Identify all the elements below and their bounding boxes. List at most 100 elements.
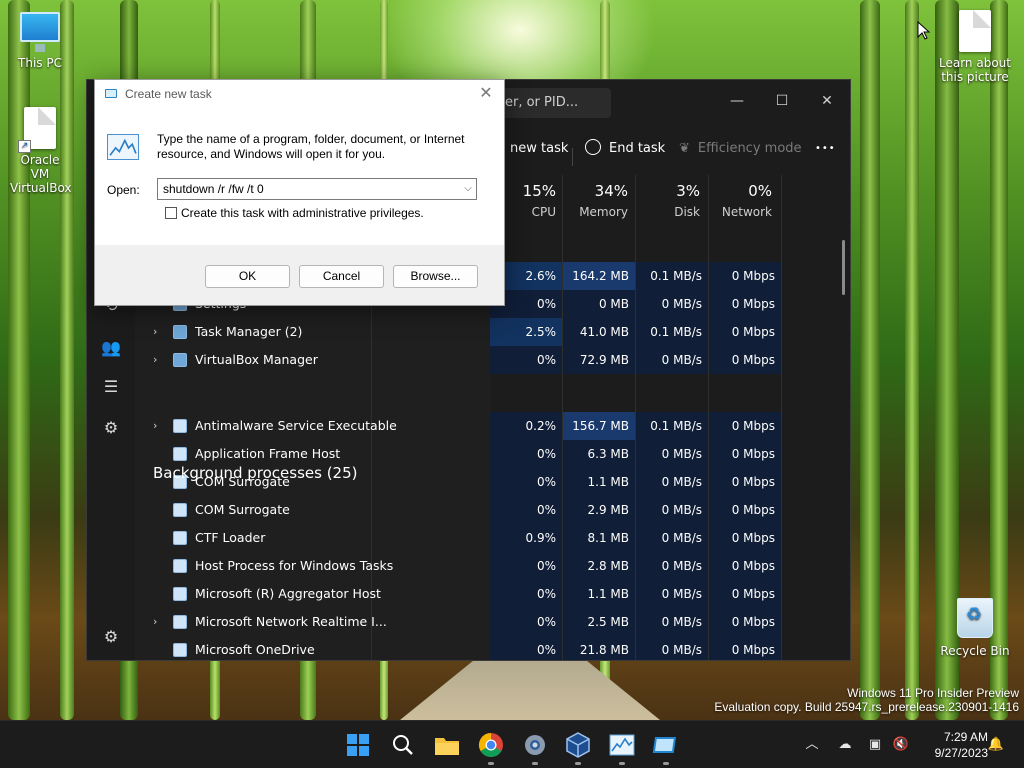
close-button[interactable]: ✕ <box>804 86 850 116</box>
onedrive-icon[interactable]: ☁ <box>836 736 854 754</box>
memory-column-header[interactable]: 34% Memory <box>562 182 634 221</box>
process-icon <box>173 643 187 657</box>
table-row[interactable]: Microsoft (R) Aggregator Host 0% 1.1 MB 0 M… <box>87 580 782 608</box>
process-name: Microsoft Network Realtime I... <box>195 614 387 629</box>
process-name: Microsoft OneDrive <box>195 642 315 657</box>
details-nav-icon[interactable]: ☰ <box>101 377 121 397</box>
table-row[interactable]: › Microsoft Network Realtime I... 0% 2.5 MB… <box>87 608 782 636</box>
disk-label: Disk <box>674 205 700 219</box>
disk-cell: 0 MB/s <box>636 608 708 636</box>
process-icon <box>173 587 187 601</box>
table-row[interactable]: CTF Loader 0.9% 8.1 MB 0 MB/s 0 Mbps <box>87 524 782 552</box>
desktop-icon-this-pc[interactable]: This PC <box>0 12 80 70</box>
minimize-button[interactable]: — <box>714 86 760 116</box>
disk-cell: 0 MB/s <box>636 636 708 660</box>
cpu-cell: 0% <box>490 468 562 496</box>
maximize-button[interactable]: ☐ <box>759 86 805 116</box>
admin-privileges-label[interactable]: Create this task with administrative pri… <box>181 206 424 220</box>
disk-total: 3% <box>676 182 700 200</box>
dialog-title: Create new task <box>125 87 212 101</box>
process-name: Task Manager (2) <box>195 324 303 339</box>
table-row[interactable]: COM Surrogate 0% 2.9 MB 0 MB/s 0 Mbps <box>87 496 782 524</box>
disk-cell: 0 MB/s <box>636 552 708 580</box>
cpu-cell: 0% <box>490 580 562 608</box>
table-row[interactable]: › Antimalware Service Executable 0.2% 156.7… <box>87 412 782 440</box>
desktop-icon-virtualbox[interactable]: ↗ Oracle VM VirtualBox <box>0 107 80 195</box>
desktop-icon-learn-about-picture[interactable]: Learn about this picture <box>935 10 1015 84</box>
end-task-icon <box>585 138 601 155</box>
notification-bell-icon[interactable]: 🔔 <box>987 736 1005 754</box>
process-name: VirtualBox Manager <box>195 352 318 367</box>
disk-cell: 0 MB/s <box>636 346 708 374</box>
running-indicator <box>575 762 581 765</box>
network-total: 0% <box>748 182 772 200</box>
admin-privileges-checkbox[interactable] <box>165 207 177 219</box>
cpu-cell: 0% <box>490 608 562 636</box>
cancel-button[interactable]: Cancel <box>299 265 384 288</box>
chrome-icon[interactable] <box>476 730 506 760</box>
search-input[interactable]: er, or PID... <box>491 88 611 118</box>
dialog-close-button[interactable]: ✕ <box>476 84 496 104</box>
system-clock[interactable]: 7:29 AM 9/27/2023 <box>918 729 988 761</box>
memory-cell: 6.3 MB <box>563 440 635 468</box>
table-row[interactable]: › Task Manager (2) 2.5% 41.0 MB 0.1 MB/s 0 Mb… <box>87 318 782 346</box>
network-cell: 0 Mbps <box>709 524 781 552</box>
end-task-button[interactable]: End task <box>585 135 665 163</box>
desktop-icon-label: Oracle VM VirtualBox <box>10 153 72 195</box>
network-cell: 0 Mbps <box>709 262 781 290</box>
chevron-right-icon[interactable]: › <box>153 318 157 346</box>
process-icon <box>173 447 187 461</box>
remote-desktop-icon[interactable] <box>651 730 681 760</box>
leaf-icon: ❦ <box>679 141 690 156</box>
open-command-input[interactable] <box>157 178 477 200</box>
watermark-build: Evaluation copy. Build 25947.rs_prerelea… <box>714 700 1019 714</box>
disk-cell: 0.1 MB/s <box>636 262 708 290</box>
more-options-button[interactable]: ••• <box>815 135 836 163</box>
memory-cell: 156.7 MB <box>563 412 635 440</box>
network-column-header[interactable]: 0% Network <box>706 182 778 221</box>
process-icon <box>173 419 187 433</box>
chevron-right-icon[interactable]: › <box>153 346 157 374</box>
create-new-task-dialog: Create new task ✕ Type the name of a pro… <box>94 79 505 306</box>
background-processes-header: Background processes (25) <box>153 464 358 482</box>
open-label: Open: <box>107 183 140 197</box>
memory-cell: 8.1 MB <box>563 524 635 552</box>
cpu-cell: 0% <box>490 636 562 660</box>
task-manager-icon[interactable] <box>607 730 637 760</box>
table-row[interactable]: Microsoft OneDrive 0% 21.8 MB 0 MB/s 0 Mbps <box>87 636 782 660</box>
cpu-cell: 0.2% <box>490 412 562 440</box>
disk-cell: 0 MB/s <box>636 290 708 318</box>
chevron-right-icon[interactable]: › <box>153 412 157 440</box>
settings-icon[interactable] <box>520 730 550 760</box>
efficiency-mode-button[interactable]: ❦ Efficiency mode <box>679 135 802 163</box>
run-new-task-button[interactable]: new task <box>510 135 568 163</box>
memory-cell: 2.5 MB <box>563 608 635 636</box>
process-name: Antimalware Service Executable <box>195 418 397 433</box>
disk-cell: 0 MB/s <box>636 468 708 496</box>
file-explorer-icon[interactable] <box>432 730 462 760</box>
chevron-up-icon[interactable]: ︿ <box>803 736 821 754</box>
memory-cell: 2.9 MB <box>563 496 635 524</box>
start-icon[interactable] <box>343 730 373 760</box>
table-row[interactable]: Host Process for Windows Tasks 0% 2.8 MB 0 … <box>87 552 782 580</box>
running-indicator <box>532 762 538 765</box>
search-icon[interactable] <box>388 730 418 760</box>
network-icon[interactable]: ▣ <box>866 736 884 754</box>
chevron-right-icon[interactable]: › <box>153 608 157 636</box>
disk-column-header[interactable]: 3% Disk <box>634 182 706 221</box>
network-cell: 0 Mbps <box>709 636 781 660</box>
browse-button[interactable]: Browse... <box>393 265 478 288</box>
scrollbar-thumb[interactable] <box>842 240 845 295</box>
desktop-icon-recycle-bin[interactable]: ♻ Recycle Bin <box>935 598 1015 658</box>
virtualbox-icon[interactable] <box>563 730 593 760</box>
running-indicator <box>619 762 625 765</box>
ok-button[interactable]: OK <box>205 265 290 288</box>
memory-cell: 2.8 MB <box>563 552 635 580</box>
disk-cell: 0 MB/s <box>636 580 708 608</box>
chevron-down-icon[interactable]: ⌵ <box>461 181 475 197</box>
process-name: Microsoft (R) Aggregator Host <box>195 586 381 601</box>
cpu-cell: 0% <box>490 440 562 468</box>
volume-muted-icon[interactable]: 🔇 <box>892 736 910 754</box>
memory-cell: 1.1 MB <box>563 468 635 496</box>
table-row[interactable]: › VirtualBox Manager 0% 72.9 MB 0 MB/s 0 Mbps <box>87 346 782 374</box>
